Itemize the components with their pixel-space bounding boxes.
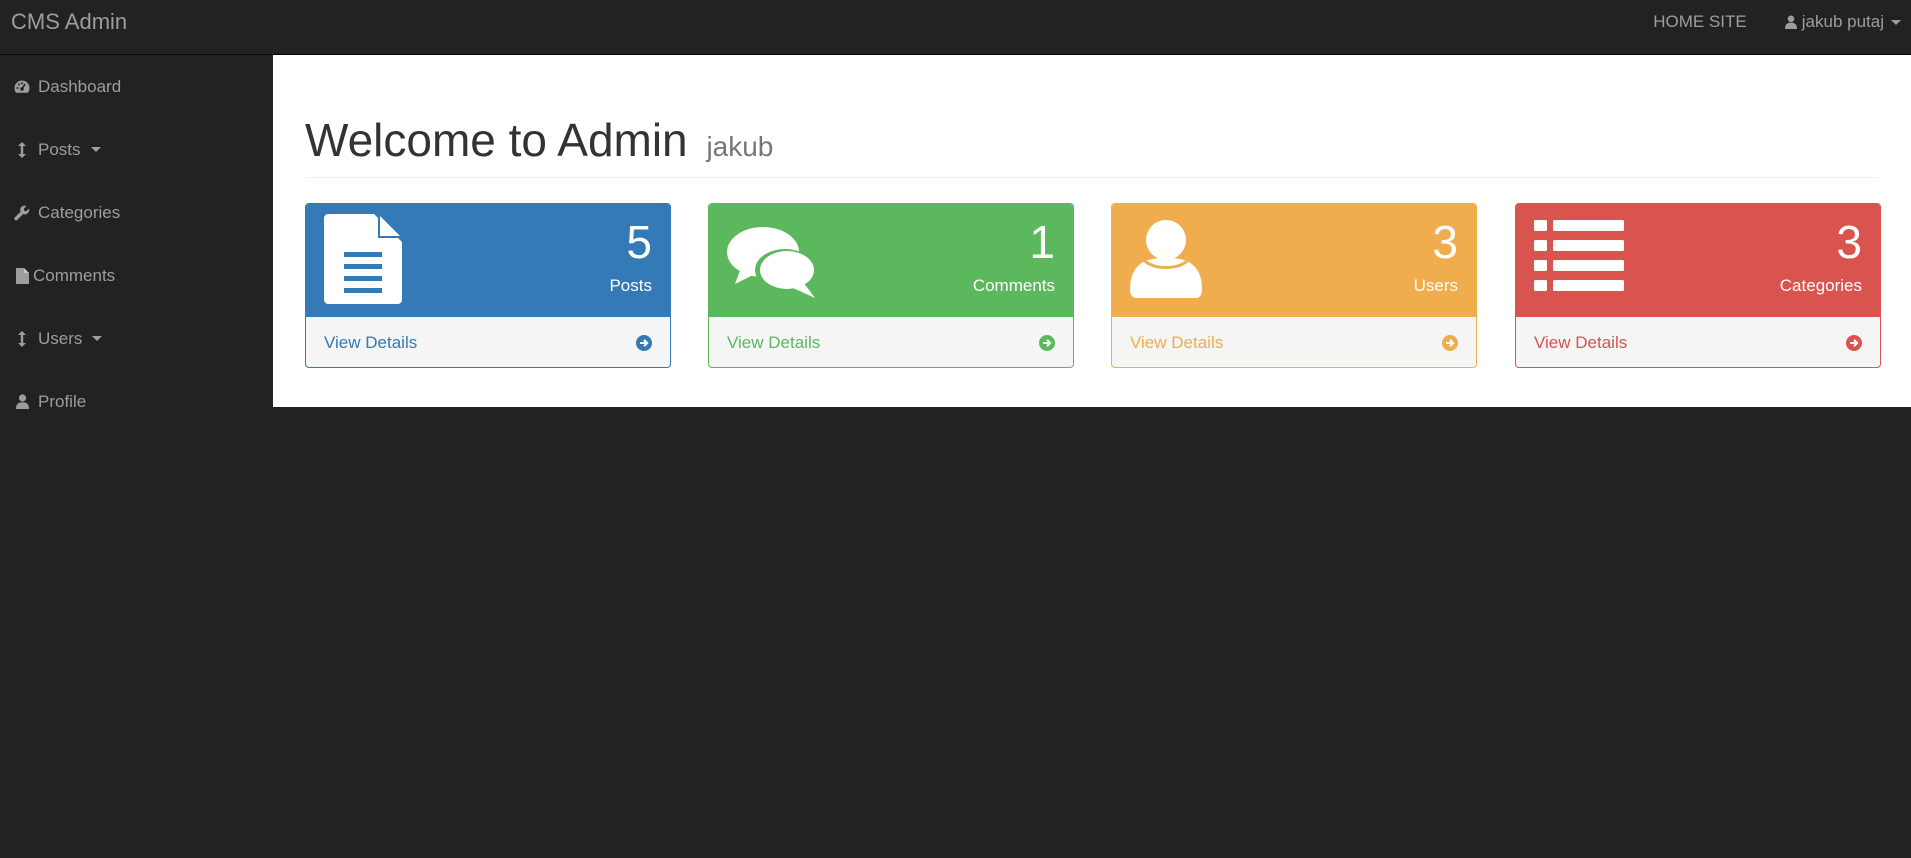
sidebar-item-dashboard[interactable]: Dashboard: [0, 55, 273, 118]
posts-label: Posts: [609, 276, 652, 295]
comments-count: 1: [1029, 216, 1055, 268]
panel-heading: 1 Comments: [709, 204, 1073, 317]
view-details-label: View Details: [1130, 332, 1224, 352]
page-header: Welcome to Admin jakub: [305, 115, 1879, 178]
posts-view-details-link[interactable]: View Details: [306, 317, 670, 367]
caret-down-icon: [90, 147, 101, 152]
user-icon: [1784, 15, 1802, 29]
sidebar-item-comments[interactable]: Comments: [0, 244, 273, 307]
home-site-link[interactable]: HOME SITE: [1653, 12, 1747, 32]
user-dropdown-toggle[interactable]: jakub putaj: [1784, 12, 1901, 32]
user-icon: [1130, 220, 1202, 303]
sidebar-item-label: Comments: [33, 265, 116, 285]
arrows-v-icon: [14, 330, 30, 347]
arrows-v-icon: [14, 141, 30, 158]
user-icon: [14, 394, 30, 409]
comments-view-details-link[interactable]: View Details: [709, 317, 1073, 367]
categories-label: Categories: [1779, 276, 1862, 295]
page-subtitle: jakub: [706, 131, 774, 162]
dashboard-icon: [14, 80, 30, 93]
categories-view-details-link[interactable]: View Details: [1516, 317, 1880, 367]
brand-link[interactable]: CMS Admin: [11, 10, 127, 34]
posts-count: 5: [626, 216, 652, 268]
page-title-text: Welcome to Admin: [305, 114, 688, 166]
sidebar-item-label: Profile: [38, 391, 87, 411]
arrow-circle-right-icon: [1039, 334, 1055, 351]
wrench-icon: [14, 205, 30, 221]
arrow-circle-right-icon: [1442, 334, 1458, 351]
view-details-label: View Details: [324, 332, 418, 352]
sidebar-item-profile[interactable]: Profile: [0, 370, 273, 433]
sidebar-item-label: Users: [38, 328, 83, 348]
page-wrapper: Welcome to Admin jakub 5 Posts View Deta…: [273, 55, 1911, 407]
users-panel: 3 Users View Details: [1111, 203, 1477, 368]
categories-count: 3: [1836, 216, 1862, 268]
sidebar: Dashboard Posts Categories Comments User…: [0, 55, 273, 433]
view-details-label: View Details: [1534, 332, 1628, 352]
page-title: Welcome to Admin jakub: [305, 115, 1879, 166]
file-icon: [14, 267, 30, 284]
sidebar-item-users[interactable]: Users: [0, 307, 273, 370]
arrow-circle-right-icon: [636, 334, 652, 351]
panel-heading: 3 Users: [1112, 204, 1476, 317]
panel-heading: 3 Categories: [1516, 204, 1880, 317]
sidebar-item-label: Categories: [38, 202, 121, 222]
sidebar-item-label: Posts: [38, 139, 81, 159]
comments-label: Comments: [972, 276, 1055, 295]
navbar-right: HOME SITE jakub putaj: [1653, 0, 1911, 44]
sidebar-item-categories[interactable]: Categories: [0, 181, 273, 244]
users-view-details-link[interactable]: View Details: [1112, 317, 1476, 367]
view-details-label: View Details: [727, 332, 821, 352]
sidebar-item-posts[interactable]: Posts: [0, 118, 273, 181]
caret-down-icon: [92, 336, 103, 341]
users-label: Users: [1413, 276, 1458, 295]
posts-panel: 5 Posts View Details: [305, 203, 671, 368]
list-icon: [1534, 220, 1624, 297]
comments-panel: 1 Comments View Details: [708, 203, 1074, 368]
file-text-icon: [324, 214, 402, 309]
top-navbar: CMS Admin HOME SITE jakub putaj: [0, 0, 1911, 55]
comments-icon: [727, 226, 817, 303]
arrow-circle-right-icon: [1846, 334, 1862, 351]
caret-down-icon: [1891, 19, 1901, 25]
users-count: 3: [1432, 216, 1458, 268]
categories-panel: 3 Categories View Details: [1515, 203, 1881, 368]
user-name: jakub putaj: [1801, 12, 1884, 31]
sidebar-item-label: Dashboard: [38, 76, 122, 96]
panel-heading: 5 Posts: [306, 204, 670, 317]
